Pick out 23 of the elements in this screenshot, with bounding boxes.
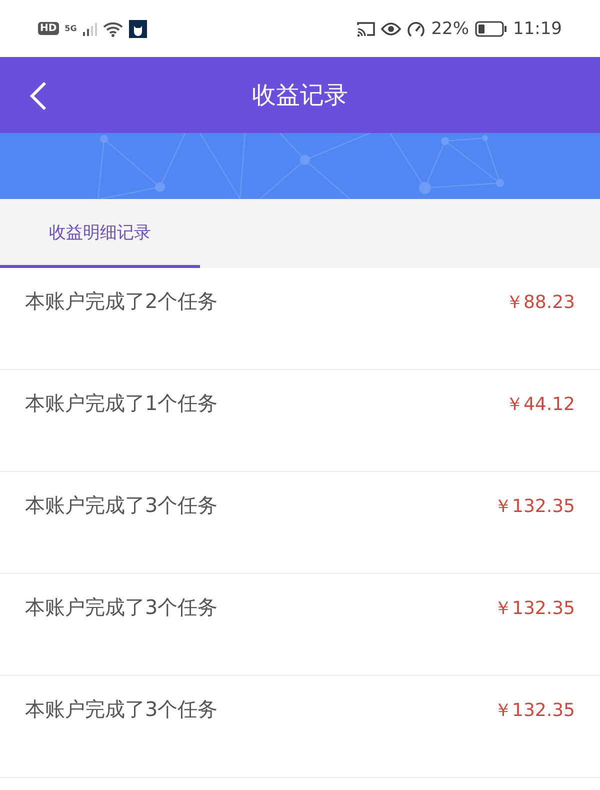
record-amount: ￥132.35 [494, 495, 575, 518]
record-description: 本账户完成了1个任务 [25, 390, 218, 417]
record-description: 本账户完成了3个任务 [25, 696, 218, 723]
back-icon[interactable] [28, 81, 48, 111]
battery-icon [475, 20, 507, 36]
clock-time: 11:19 [513, 18, 562, 38]
battery-percentage: 22% [431, 18, 469, 38]
network-type: 5G [64, 24, 77, 33]
record-description: 本账户完成了3个任务 [25, 594, 218, 621]
page-title: 收益记录 [252, 80, 348, 111]
record-amount: ￥132.35 [494, 699, 575, 722]
app-notification-icon [128, 20, 147, 38]
eye-icon [381, 22, 402, 36]
record-amount: ￥88.23 [505, 291, 575, 314]
record-description: 本账户完成了3个任务 [25, 492, 218, 519]
record-description: 本账户完成了2个任务 [25, 288, 218, 315]
cast-icon [357, 20, 376, 36]
hd-indicator: HD [38, 22, 59, 35]
record-amount: ￥132.35 [494, 597, 575, 620]
record-amount: ￥44.12 [505, 393, 575, 416]
signal-icon [82, 22, 97, 36]
speedometer-icon [407, 20, 426, 38]
wifi-icon [102, 20, 123, 36]
